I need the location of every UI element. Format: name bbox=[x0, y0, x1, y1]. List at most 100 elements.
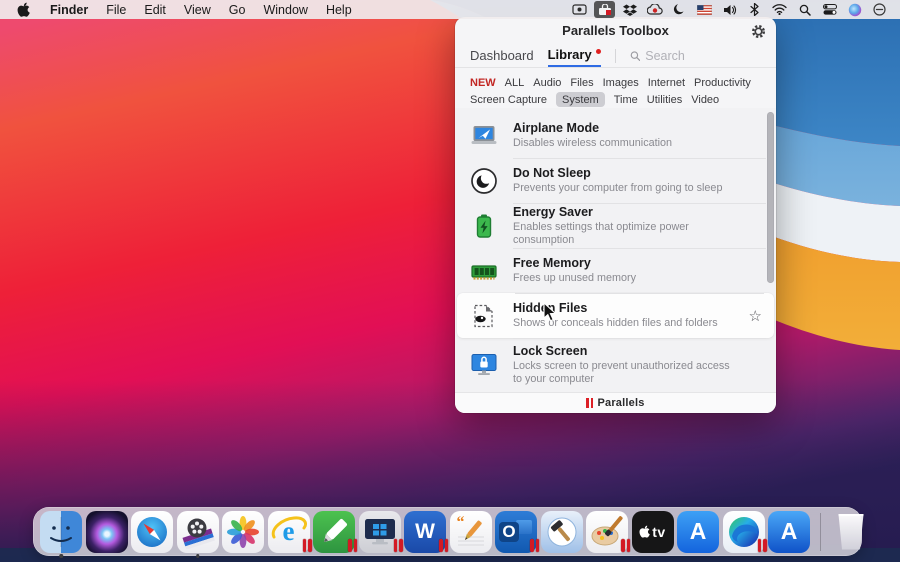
menu-item-file[interactable]: File bbox=[97, 3, 135, 17]
dock-apple-tv-icon[interactable]: tv bbox=[632, 511, 674, 553]
parallels-toolbox-menu-icon[interactable] bbox=[594, 1, 615, 18]
volume-icon[interactable] bbox=[719, 1, 740, 18]
dock-pages-icon[interactable]: “ bbox=[450, 511, 492, 553]
search-input[interactable] bbox=[645, 49, 761, 63]
control-center-icon[interactable] bbox=[819, 1, 840, 18]
parallels-vm-badge bbox=[621, 539, 630, 552]
desktop-screen: { "menu_bar": { "apple_icon": "apple-log… bbox=[0, 0, 900, 562]
tool-title: Lock Screen bbox=[513, 344, 736, 359]
dropbox-icon[interactable] bbox=[619, 1, 640, 18]
menu-item-go[interactable]: Go bbox=[220, 3, 255, 17]
dock-windows-vm-icon[interactable] bbox=[359, 511, 401, 553]
search-icon bbox=[630, 50, 641, 62]
running-indicator bbox=[59, 554, 63, 558]
favorite-star-icon[interactable]: ☆ bbox=[749, 307, 762, 325]
category-new[interactable]: NEW bbox=[470, 77, 496, 89]
tool-row-hidden-files[interactable]: Hidden Files Shows or conceals hidden fi… bbox=[457, 293, 774, 338]
parallels-access-icon[interactable] bbox=[644, 1, 665, 18]
category-images[interactable]: Images bbox=[603, 77, 639, 89]
tool-row-energy-saver[interactable]: Energy Saver Enables settings that optim… bbox=[455, 203, 776, 248]
dock-outlook-icon[interactable]: O bbox=[495, 511, 537, 553]
parallels-vm-badge bbox=[439, 539, 448, 552]
airplane-laptop-icon bbox=[469, 121, 499, 151]
dock-siri-icon[interactable] bbox=[86, 511, 128, 553]
dock-parallels-toolbox-icon[interactable] bbox=[177, 511, 219, 553]
scrollbar-thumb[interactable] bbox=[767, 112, 774, 283]
dock-paint-icon[interactable] bbox=[586, 511, 628, 553]
dock-green-pencil-app-icon[interactable] bbox=[313, 511, 355, 553]
category-productivity[interactable]: Productivity bbox=[694, 77, 751, 89]
wifi-icon[interactable] bbox=[769, 1, 790, 18]
spotlight-search-icon[interactable] bbox=[794, 1, 815, 18]
tool-description: Enables settings that optimize power con… bbox=[513, 221, 736, 247]
pages-quote-glyph: “ bbox=[457, 514, 465, 532]
menu-item-view[interactable]: View bbox=[175, 3, 220, 17]
tool-row-airplane-mode[interactable]: Airplane Mode Disables wireless communic… bbox=[455, 113, 776, 158]
category-all[interactable]: ALL bbox=[505, 77, 525, 89]
tool-title: Free Memory bbox=[513, 256, 736, 271]
do-not-disturb-moon-icon[interactable] bbox=[669, 1, 690, 18]
dock-internet-explorer-icon[interactable]: e bbox=[268, 511, 310, 553]
tool-description: Locks screen to prevent unauthorized acc… bbox=[513, 360, 736, 386]
parallels-vm-badge bbox=[303, 539, 312, 552]
ram-icon bbox=[469, 256, 499, 286]
bluetooth-icon[interactable] bbox=[744, 1, 765, 18]
tab-library[interactable]: Library bbox=[548, 44, 601, 67]
tool-description: Prevents your computer from going to sle… bbox=[513, 182, 736, 195]
dock-app-store-alt-icon[interactable]: A bbox=[768, 511, 810, 553]
tool-row-lock-screen[interactable]: Lock Screen Locks screen to prevent unau… bbox=[455, 338, 776, 392]
category-audio[interactable]: Audio bbox=[533, 77, 561, 89]
dock-finder-icon[interactable] bbox=[40, 511, 82, 553]
input-source-us-flag-icon[interactable] bbox=[694, 1, 715, 18]
dock: e W “ O bbox=[33, 507, 862, 556]
parallels-vm-badge bbox=[758, 539, 767, 552]
tool-row-do-not-sleep[interactable]: Do Not Sleep Prevents your computer from… bbox=[455, 158, 776, 203]
category-utilities[interactable]: Utilities bbox=[647, 94, 682, 106]
hidden-file-eye-icon bbox=[469, 301, 499, 331]
menu-item-finder[interactable]: Finder bbox=[41, 3, 97, 17]
apple-menu-icon[interactable] bbox=[16, 2, 31, 17]
dock-photos-icon[interactable] bbox=[222, 511, 264, 553]
outlook-o-glyph: O bbox=[499, 522, 519, 542]
running-indicator bbox=[196, 554, 200, 558]
tool-row-free-memory[interactable]: Free Memory Frees up unused memory bbox=[455, 248, 776, 293]
menu-item-edit[interactable]: Edit bbox=[135, 3, 175, 17]
category-internet[interactable]: Internet bbox=[648, 77, 685, 89]
parallels-logo-text: Parallels bbox=[597, 397, 644, 409]
menu-bar: Finder File Edit View Go Window Help bbox=[0, 0, 900, 19]
search-box[interactable] bbox=[630, 49, 761, 63]
dock-xcode-icon[interactable] bbox=[541, 511, 583, 553]
moon-circle-icon bbox=[469, 166, 499, 196]
category-files[interactable]: Files bbox=[570, 77, 593, 89]
siri-icon[interactable] bbox=[844, 1, 865, 18]
dock-safari-icon[interactable] bbox=[131, 511, 173, 553]
appletv-tv-glyph: tv bbox=[652, 524, 665, 540]
dock-trash-icon[interactable] bbox=[830, 511, 872, 553]
parallels-vm-badge bbox=[530, 539, 539, 552]
dock-app-store-icon[interactable]: A bbox=[677, 511, 719, 553]
window-titlebar: Parallels Toolbox bbox=[455, 17, 776, 44]
parallels-logo-icon bbox=[586, 398, 593, 408]
appstore-alt-a-glyph: A bbox=[781, 518, 798, 545]
word-w-glyph: W bbox=[415, 520, 435, 544]
dock-word-icon[interactable]: W bbox=[404, 511, 446, 553]
tab-bar: Dashboard Library bbox=[455, 44, 776, 67]
category-time[interactable]: Time bbox=[614, 94, 638, 106]
parallels-toolbox-window: Parallels Toolbox Dashboard Library NEW … bbox=[455, 17, 776, 413]
menu-item-help[interactable]: Help bbox=[317, 3, 361, 17]
tab-dashboard[interactable]: Dashboard bbox=[470, 44, 534, 67]
dock-divider bbox=[820, 513, 821, 551]
window-title: Parallels Toolbox bbox=[562, 23, 669, 38]
category-screen-capture[interactable]: Screen Capture bbox=[470, 94, 547, 106]
status-icons bbox=[569, 1, 890, 18]
menu-item-window[interactable]: Window bbox=[254, 3, 316, 17]
session-minus-icon[interactable] bbox=[869, 1, 890, 18]
dock-edge-icon[interactable] bbox=[723, 511, 765, 553]
category-system[interactable]: System bbox=[556, 92, 605, 107]
lock-monitor-icon bbox=[469, 350, 499, 380]
screen-capture-icon[interactable] bbox=[569, 1, 590, 18]
ie-e-glyph: e bbox=[283, 516, 295, 547]
settings-gear-icon[interactable] bbox=[749, 22, 767, 40]
category-video[interactable]: Video bbox=[691, 94, 719, 106]
divider bbox=[615, 49, 616, 63]
